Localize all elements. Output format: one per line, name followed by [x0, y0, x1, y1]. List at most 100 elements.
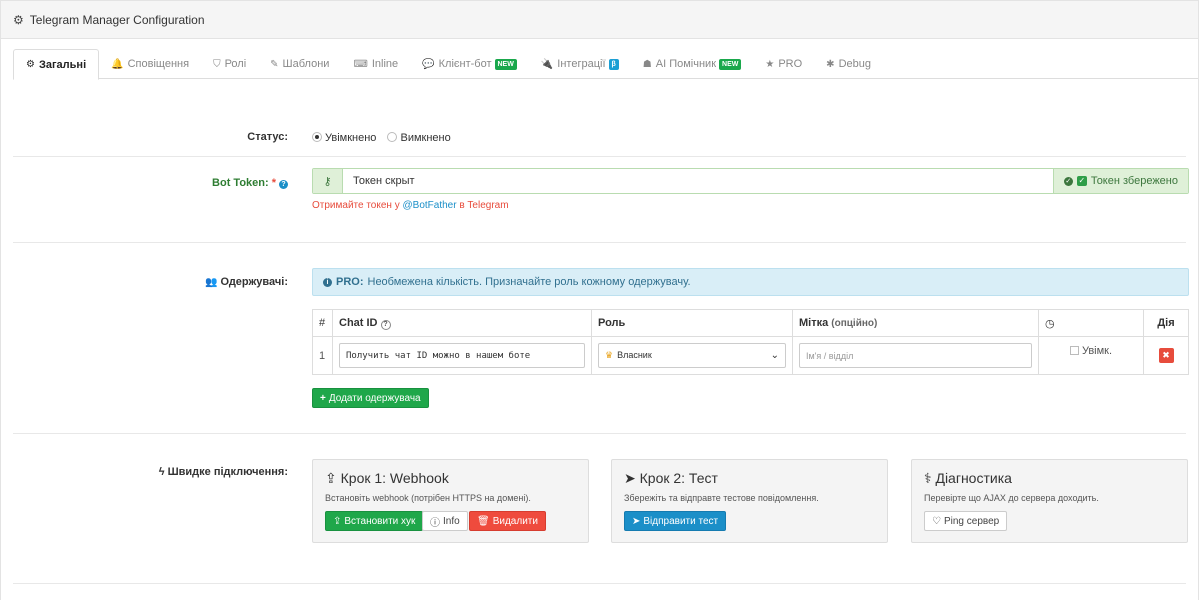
divider — [13, 433, 1186, 434]
clock-icon: ◷ — [1045, 317, 1055, 330]
tab-10[interactable]: ✱ Debug — [814, 49, 883, 79]
ping-server-button[interactable]: ♡ Ping сервер — [924, 511, 1008, 531]
add-recipient-label: Додати одержувача — [328, 392, 421, 404]
token-saved-label: Токен збережено — [1090, 175, 1178, 187]
tab-2[interactable]: 🔔 Сповіщення — [99, 49, 201, 79]
col-num: # — [312, 309, 333, 337]
diagnostics-card-title: ⚕ Діагностика — [924, 470, 1012, 487]
plug-icon: 🔌 — [540, 58, 554, 70]
tab-3[interactable]: ⛉ Ролі — [201, 49, 258, 79]
tab-4[interactable]: ✎ Шаблони — [258, 49, 341, 79]
send-test-label: Відправити тест — [643, 515, 719, 527]
webhook-info-label: Info — [443, 515, 460, 527]
role-cell: ♛ Власник ⌄ — [591, 336, 793, 375]
tab-6[interactable]: 💬 Клієнт-бот NEW — [410, 49, 529, 79]
tab-label: Inline — [371, 58, 399, 70]
edit-icon: ✎ — [270, 58, 279, 70]
key-icon: ⚷ — [313, 169, 343, 193]
pro-info-alert: i PRO: Необмежена кількість. Призначайте р… — [312, 268, 1189, 296]
radio-enabled[interactable] — [312, 132, 322, 142]
chevron-down-icon: ⌄ — [770, 350, 779, 361]
table-row: 1 Получить чат ID можно в нашем боте ♛ Вл… — [312, 336, 1189, 375]
help-icon[interactable]: ? — [380, 319, 391, 330]
shield-icon: ⛉ — [213, 58, 221, 70]
bell-icon: 🔔 — [111, 58, 124, 70]
col-action: Дія — [1143, 309, 1189, 337]
col-enabled: ◷ — [1038, 309, 1144, 337]
plus-icon: + — [320, 392, 326, 404]
webhook-info-button[interactable]: ⓘ Info — [422, 511, 468, 531]
divider — [13, 583, 1186, 584]
tab-label: Загальні — [38, 58, 87, 71]
tab-label: Сповіщення — [127, 58, 190, 70]
delete-webhook-button[interactable]: 🗑 Видалити — [469, 511, 546, 531]
diagnostics-card-title-text: Діагностика — [935, 470, 1012, 486]
tab-9[interactable]: ★ PRO — [753, 49, 814, 79]
col-tag: Мітка (опційно) — [792, 309, 1039, 337]
upload-icon: ⇪ — [333, 515, 342, 527]
info-icon: ⓘ — [430, 517, 440, 529]
checkbox-icon: ✓ — [1076, 176, 1087, 186]
role-select[interactable]: ♛ Власник ⌄ — [598, 343, 786, 368]
heartbeat-icon: ♡ — [932, 515, 941, 527]
bot-token-input[interactable]: Токен скрыт — [343, 169, 1053, 193]
recipients-table: # Chat ID? Роль Мітка (опційно) ◷ Дія 1 … — [312, 309, 1189, 375]
config-panel: ⚙ Telegram Manager Configuration ⚙ Загаль… — [0, 0, 1199, 600]
users-icon: 👥 — [205, 277, 218, 288]
send-test-button[interactable]: ➤ Відправити тест — [624, 511, 727, 531]
tab-label: Шаблони — [282, 58, 330, 70]
set-webhook-button[interactable]: ⇪ Встановити хук — [325, 511, 424, 531]
hint-prefix: Отримайте токен у — [312, 200, 400, 211]
help-icon[interactable]: ? — [279, 180, 288, 189]
gear-icon: ⚙ — [26, 59, 35, 70]
col-tag-sub: (опційно) — [831, 318, 878, 329]
status-disabled-option[interactable]: Вимкнено — [387, 132, 451, 144]
bot-token-group: ⚷ Токен скрыт ✓ ✓ Токен збережено — [312, 168, 1189, 194]
tab-5[interactable]: ⌨ Inline — [341, 49, 410, 79]
enabled-checkbox[interactable] — [1069, 346, 1079, 355]
test-card: ➤ Крок 2: Тест Збережіть та відправте те… — [611, 459, 888, 543]
bot-token-label: Bot Token: *? — [212, 177, 288, 189]
chat-id-cell: Получить чат ID можно в нашем боте — [332, 336, 592, 375]
table-header-row: # Chat ID? Роль Мітка (опційно) ◷ Дія — [312, 309, 1189, 337]
radio-disabled[interactable] — [387, 132, 398, 142]
check-circle-icon: ✓ — [1063, 176, 1073, 186]
bolt-icon: ϟ — [158, 466, 165, 478]
tab-label: Клієнт-бот — [438, 58, 492, 70]
tab-label: PRO — [778, 58, 803, 70]
info-strong: PRO: — [336, 276, 364, 288]
set-webhook-label: Встановити хук — [344, 515, 416, 527]
col-tag-label: Мітка — [799, 317, 829, 329]
tab-8[interactable]: ☗ AI Помічник NEW — [631, 49, 754, 79]
diagnostics-card-desc: Перевірте що AJAX до сервера доходить. — [924, 493, 1099, 503]
diagnostics-card: ⚕ Діагностика Перевірте що AJAX до серве… — [911, 459, 1188, 543]
quick-connect-label-text: Швидке підключення: — [167, 466, 288, 478]
tab-1[interactable]: ⚙ Загальні — [13, 49, 100, 80]
test-card-title-text: Крок 2: Тест — [639, 470, 718, 486]
gear-icon: ⚙ — [13, 12, 24, 27]
recipients-label: 👥 Одержувачі: — [205, 276, 288, 288]
quick-connect-label: ϟ Швидке підключення: — [159, 466, 288, 478]
tab-7[interactable]: 🔌 Інтеграції β — [529, 49, 631, 79]
required-mark: * — [271, 177, 276, 189]
botfather-link[interactable]: @BotFather — [403, 200, 457, 211]
ping-server-label: Ping сервер — [943, 515, 1000, 527]
divider — [13, 242, 1186, 243]
delete-webhook-label: Видалити — [492, 515, 538, 527]
status-enabled-option[interactable]: Увімкнено — [312, 132, 379, 144]
col-chat-id-label: Chat ID — [339, 316, 378, 329]
add-recipient-button[interactable]: + Додати одержувача — [312, 388, 429, 408]
tab-bar: ⚙ Загальні 🔔 Сповіщення ⛉ Ролі ✎ Шаблони ⌨ Inline… — [13, 49, 1198, 80]
info-icon: i — [323, 277, 332, 287]
tag-cell: Ім'я / відділ — [792, 336, 1039, 375]
tab-label: Ролі — [224, 58, 247, 70]
chat-id-input[interactable]: Получить чат ID можно в нашем боте — [339, 343, 585, 368]
radio-disabled-label: Вимкнено — [400, 132, 451, 144]
tag-input[interactable]: Ім'я / відділ — [799, 343, 1032, 368]
trash-icon: 🗑 — [477, 515, 490, 527]
bot-token-label-text: Bot Token: — [212, 177, 269, 189]
panel-header: ⚙ Telegram Manager Configuration — [1, 1, 1198, 39]
android-icon: ☗ — [642, 58, 652, 70]
delete-row-button[interactable]: ✖ — [1158, 348, 1174, 363]
status-label: Статус: — [247, 131, 288, 143]
